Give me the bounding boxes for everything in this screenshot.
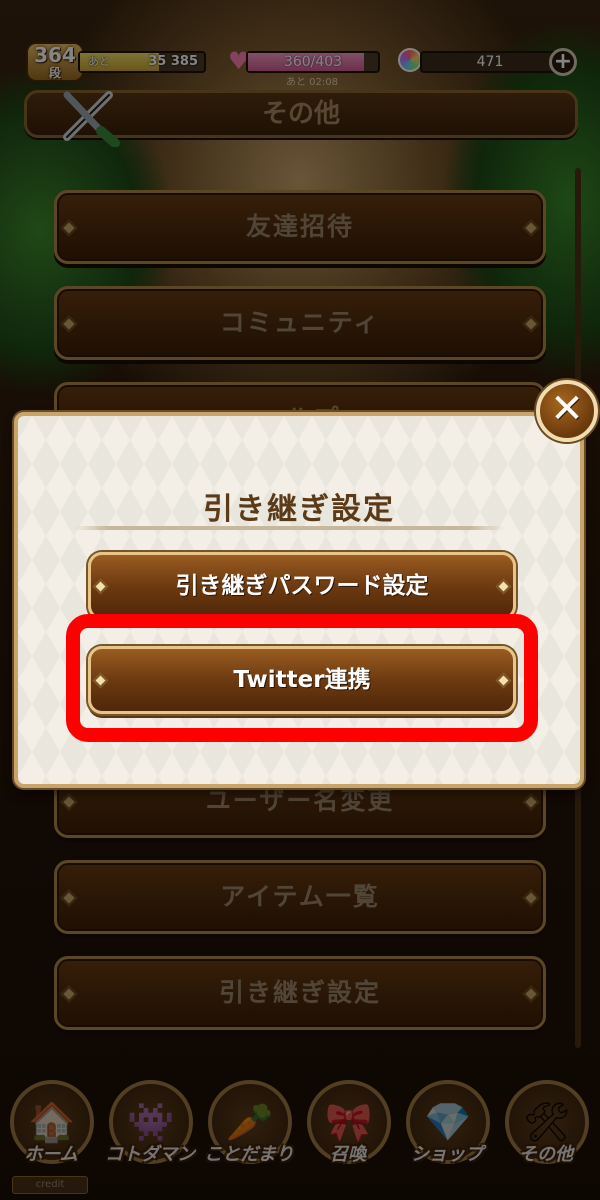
close-icon: ✕ <box>550 386 584 432</box>
button-label: 引き継ぎパスワード設定 <box>175 573 429 599</box>
diamond-ornament-icon <box>92 578 109 595</box>
transfer-password-button[interactable]: 引き継ぎパスワード設定 <box>88 552 516 620</box>
dialog-title: 引き継ぎ設定 <box>203 492 395 527</box>
close-button[interactable]: ✕ <box>536 380 598 442</box>
dialog-divider <box>74 526 504 530</box>
highlight-annotation <box>66 614 538 742</box>
diamond-ornament-icon <box>495 578 512 595</box>
